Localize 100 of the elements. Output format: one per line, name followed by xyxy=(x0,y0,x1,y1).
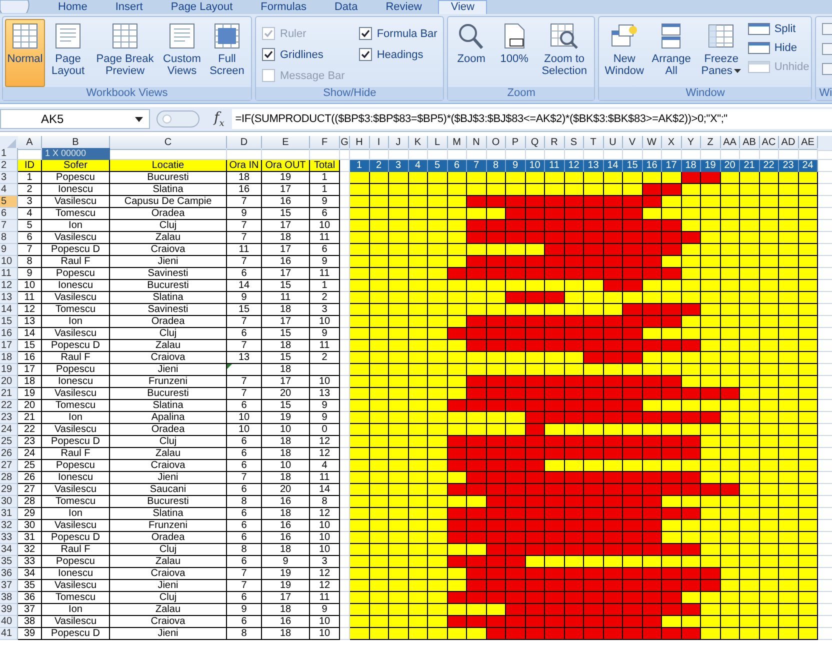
column-header[interactable]: H xyxy=(350,136,370,150)
row-header[interactable]: 5 xyxy=(0,196,18,208)
row-header[interactable]: 36 xyxy=(0,568,18,580)
row-header[interactable]: 27 xyxy=(0,460,18,472)
row-header[interactable]: 1 xyxy=(0,148,18,160)
row-header[interactable]: 15 xyxy=(0,316,18,328)
column-header[interactable]: L xyxy=(428,136,448,150)
row-header[interactable]: 2 xyxy=(0,160,18,172)
column-header[interactable]: P xyxy=(506,136,526,150)
row-header[interactable]: 8 xyxy=(0,232,18,244)
checkbox-option[interactable]: Formula Bar xyxy=(358,23,438,44)
row-header[interactable]: 18 xyxy=(0,352,18,364)
ribbon-tab[interactable]: Review xyxy=(374,0,434,14)
column-header[interactable]: W xyxy=(642,136,662,150)
column-header[interactable]: V xyxy=(623,136,642,150)
row-header[interactable]: 26 xyxy=(0,448,18,460)
row-header[interactable]: 6 xyxy=(0,208,18,220)
row-header[interactable]: 24 xyxy=(0,424,18,436)
view-button[interactable]: Page Break Preview xyxy=(91,19,159,87)
row-header[interactable]: 14 xyxy=(0,304,18,316)
view-button[interactable]: Custom Views xyxy=(160,19,204,87)
row-header[interactable]: 41 xyxy=(0,628,18,640)
view-button[interactable]: Normal xyxy=(5,19,45,87)
row-header[interactable]: 9 xyxy=(0,244,18,256)
column-header[interactable]: A xyxy=(18,136,42,150)
row-header[interactable]: 13 xyxy=(0,292,18,304)
window-option[interactable]: Hide xyxy=(748,42,810,54)
office-button-icon[interactable] xyxy=(0,0,30,13)
column-header[interactable]: Y xyxy=(682,136,701,150)
name-box[interactable]: AK5 xyxy=(0,109,150,129)
column-header[interactable]: F xyxy=(310,136,340,150)
column-header[interactable]: R xyxy=(545,136,564,150)
zoom-button[interactable]: Zoom to Selection xyxy=(536,19,592,87)
window-option[interactable]: Split xyxy=(748,23,810,35)
table-cell: 12 xyxy=(310,436,340,448)
column-header[interactable]: K xyxy=(408,136,428,150)
column-header[interactable]: AC xyxy=(760,136,779,150)
insert-function-button[interactable]: f$_{x}$ xyxy=(214,110,224,128)
window-button[interactable]: Freeze Panes xyxy=(695,19,748,87)
column-header[interactable]: U xyxy=(604,136,623,150)
column-header[interactable]: E xyxy=(262,136,310,150)
column-header[interactable]: T xyxy=(584,136,604,150)
ribbon-tab[interactable]: Formulas xyxy=(248,0,318,14)
checkbox-option[interactable]: Gridlines xyxy=(262,44,345,65)
window-button[interactable]: New Window xyxy=(601,19,648,87)
column-header[interactable]: N xyxy=(467,136,486,150)
splitter-handle-icon[interactable] xyxy=(156,110,200,128)
column-header[interactable]: J xyxy=(389,136,408,150)
zoom-button[interactable]: Zoom xyxy=(450,19,492,87)
row-header[interactable]: 39 xyxy=(0,604,18,616)
row-header[interactable]: 7 xyxy=(0,220,18,232)
row-header[interactable]: 38 xyxy=(0,592,18,604)
row-header[interactable]: 4 xyxy=(0,184,18,196)
row-header[interactable]: 30 xyxy=(0,496,18,508)
row-header[interactable]: 17 xyxy=(0,340,18,352)
row-header[interactable]: 11 xyxy=(0,268,18,280)
row-header[interactable]: 35 xyxy=(0,556,18,568)
row-header[interactable]: 37 xyxy=(0,580,18,592)
column-header[interactable]: C xyxy=(110,136,227,150)
row-header[interactable]: 23 xyxy=(0,412,18,424)
row-header[interactable]: 21 xyxy=(0,388,18,400)
column-header[interactable]: O xyxy=(486,136,506,150)
view-button[interactable]: Page Layout xyxy=(46,19,90,87)
row-header[interactable]: 20 xyxy=(0,376,18,388)
column-header[interactable]: AB xyxy=(740,136,760,150)
row-header[interactable]: 40 xyxy=(0,616,18,628)
column-header[interactable]: AE xyxy=(798,136,818,150)
ribbon-tab[interactable]: View xyxy=(438,0,488,14)
ribbon-tab[interactable]: Insert xyxy=(103,0,155,14)
column-header[interactable]: G xyxy=(340,136,350,150)
row-header[interactable]: 22 xyxy=(0,400,18,412)
row-header[interactable]: 31 xyxy=(0,508,18,520)
ribbon-tab[interactable]: Data xyxy=(322,0,370,14)
row-header[interactable]: 16 xyxy=(0,328,18,340)
row-header[interactable]: 3 xyxy=(0,172,18,184)
window-button[interactable]: Arrange All xyxy=(648,19,694,87)
row-header[interactable]: 28 xyxy=(0,472,18,484)
column-header[interactable]: M xyxy=(448,136,467,150)
row-header[interactable]: 32 xyxy=(0,520,18,532)
formula-field[interactable]: =IF(SUMPRODUCT(($BP$3:$BP$83=$BP5)*($BJ$3:$BJ$83<=AK$2)*($BK$3:$BK$83>=AK$2))>0;"X";" xyxy=(232,109,832,129)
column-header[interactable]: X xyxy=(662,136,682,150)
column-header[interactable]: Z xyxy=(701,136,720,150)
row-header[interactable]: 10 xyxy=(0,256,18,268)
checkbox-option[interactable]: Headings xyxy=(358,44,438,65)
column-header[interactable]: I xyxy=(370,136,389,150)
row-header[interactable]: 19 xyxy=(0,364,18,376)
row-header[interactable]: 29 xyxy=(0,484,18,496)
row-header[interactable]: 12 xyxy=(0,280,18,292)
zoom-button[interactable]: 100% xyxy=(493,19,536,87)
column-header[interactable]: Q xyxy=(526,136,545,150)
ribbon-tab[interactable]: Page Layout xyxy=(158,0,245,14)
row-header[interactable]: 25 xyxy=(0,436,18,448)
row-header[interactable]: 33 xyxy=(0,532,18,544)
column-header[interactable]: AD xyxy=(779,136,798,150)
ribbon-tab[interactable]: Home xyxy=(46,0,100,14)
column-header[interactable]: D xyxy=(227,136,262,150)
view-button[interactable]: Full Screen xyxy=(205,19,249,87)
column-header[interactable]: S xyxy=(564,136,584,150)
row-header[interactable]: 34 xyxy=(0,544,18,556)
column-header[interactable]: AA xyxy=(720,136,740,150)
